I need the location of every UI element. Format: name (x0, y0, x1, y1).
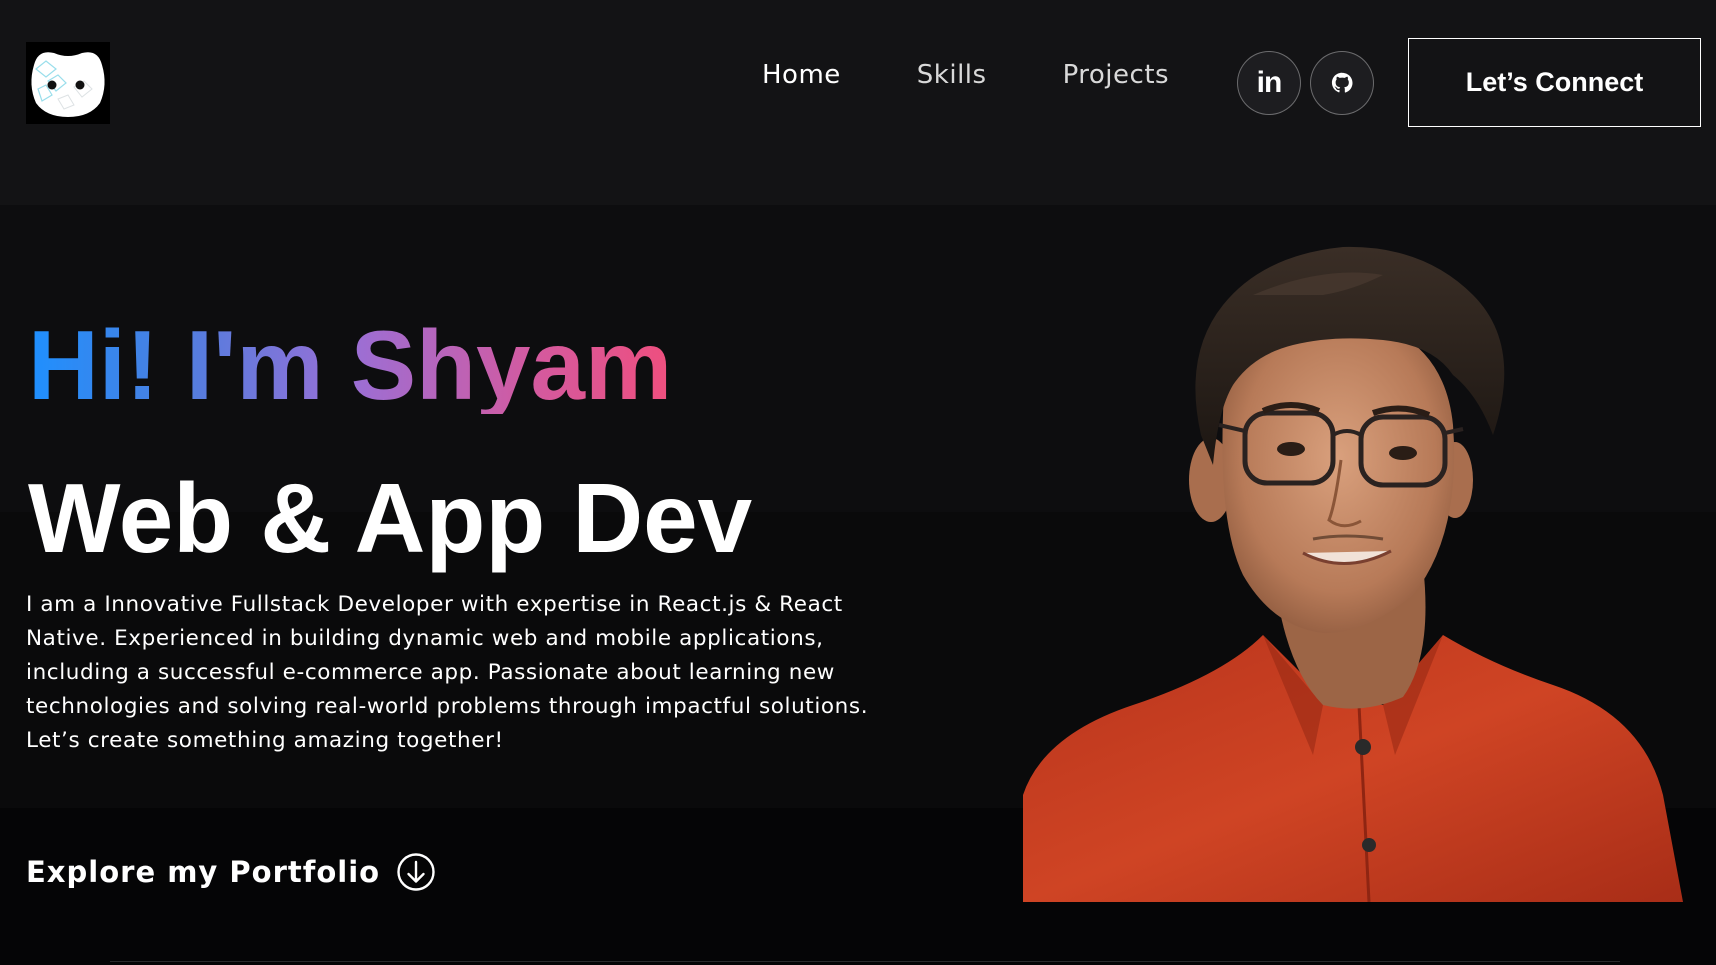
github-icon (1331, 72, 1353, 93)
arrow-down-circle-icon (397, 853, 435, 891)
hero-role: Web & App Dev (28, 463, 753, 574)
cat-face-logo-icon (31, 52, 105, 118)
nav-link-projects[interactable]: Projects (1063, 60, 1170, 90)
hero-greeting: Hi! I'm Shyam (28, 309, 673, 420)
linkedin-button[interactable]: in (1237, 51, 1301, 115)
hero-bio: I am a Innovative Fullstack Developer wi… (26, 592, 869, 753)
nav-link-skills[interactable]: Skills (917, 60, 987, 90)
linkedin-icon: in (1256, 66, 1283, 99)
github-button[interactable] (1310, 51, 1374, 115)
explore-portfolio-link[interactable]: Explore my Portfolio (26, 852, 436, 892)
section-divider (110, 961, 1620, 962)
explore-label: Explore my Portfolio (26, 855, 381, 889)
nav-link-home[interactable]: Home (762, 60, 841, 90)
page: Home Skills Projects in Let’s Connect Hi… (0, 0, 1716, 965)
lets-connect-button[interactable]: Let’s Connect (1408, 38, 1701, 127)
logo[interactable] (26, 42, 110, 124)
nav-links: Home Skills Projects (762, 60, 1245, 90)
navbar: Home Skills Projects in Let’s Connect (0, 0, 1716, 165)
profile-photo (1023, 246, 1683, 902)
